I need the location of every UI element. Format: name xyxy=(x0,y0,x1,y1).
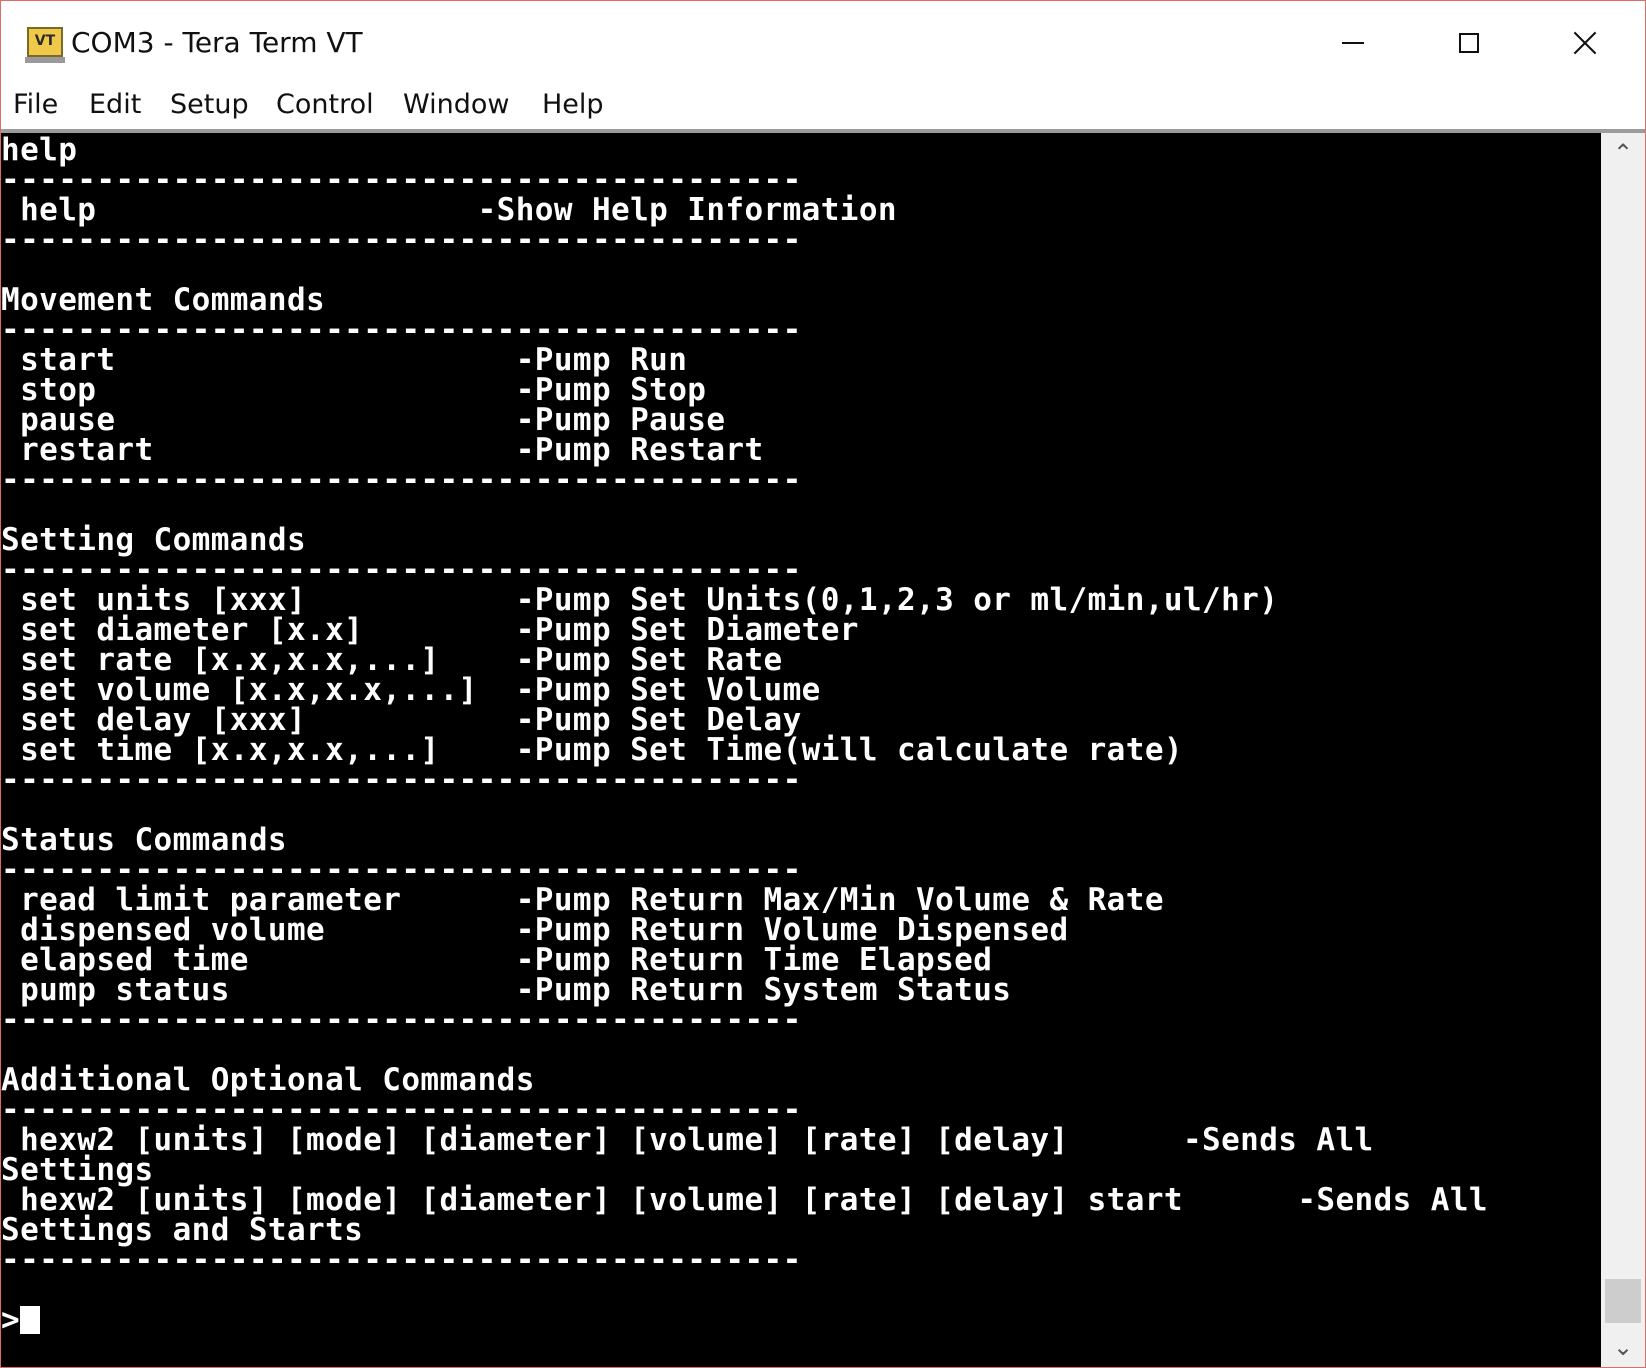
terminal-line: ----------------------------------------… xyxy=(1,762,802,798)
menu-window[interactable]: Window xyxy=(403,85,509,133)
window-title: COM3 - Tera Term VT xyxy=(71,26,363,59)
minimize-icon xyxy=(1342,42,1364,44)
menu-control[interactable]: Control xyxy=(276,85,374,133)
terminal-screen[interactable]: help -----------------------------------… xyxy=(1,133,1601,1367)
maximize-icon xyxy=(1459,33,1479,53)
terminal-output: help -----------------------------------… xyxy=(1,135,1488,1338)
menu-edit[interactable]: Edit xyxy=(89,85,141,133)
scroll-down-button[interactable]: ⌄ xyxy=(1601,1327,1645,1367)
terminal-line: ----------------------------------------… xyxy=(1,462,802,498)
close-icon xyxy=(1573,31,1597,55)
terminal-line: ----------------------------------------… xyxy=(1,1242,802,1278)
vertical-scrollbar[interactable]: ⌃ ⌄ xyxy=(1601,133,1645,1367)
minimize-button[interactable] xyxy=(1295,1,1411,85)
chevron-up-icon: ⌃ xyxy=(1612,139,1634,167)
menu-bar: File Edit Setup Control Window Help xyxy=(1,85,1645,133)
title-bar[interactable]: VT COM3 - Tera Term VT xyxy=(1,1,1645,85)
terminal-line: ----------------------------------------… xyxy=(1,222,802,258)
chevron-down-icon: ⌄ xyxy=(1612,1333,1634,1361)
menu-help[interactable]: Help xyxy=(542,85,604,133)
terminal-line: hexw2 [units] [mode] [diameter] [volume]… xyxy=(1,1122,1374,1158)
menu-setup[interactable]: Setup xyxy=(170,85,249,133)
terminal-prompt: > xyxy=(1,1302,21,1338)
terminal-line: ----------------------------------------… xyxy=(1,1002,802,1038)
menu-file[interactable]: File xyxy=(13,85,58,133)
tera-term-app-icon[interactable]: VT xyxy=(25,27,65,63)
scroll-up-button[interactable]: ⌃ xyxy=(1601,133,1645,173)
close-button[interactable] xyxy=(1527,1,1643,85)
maximize-button[interactable] xyxy=(1411,1,1527,85)
terminal-window: VT COM3 - Tera Term VT File Edit Setup C… xyxy=(0,0,1646,1368)
text-cursor xyxy=(20,1306,41,1334)
scroll-thumb[interactable] xyxy=(1605,1279,1641,1323)
